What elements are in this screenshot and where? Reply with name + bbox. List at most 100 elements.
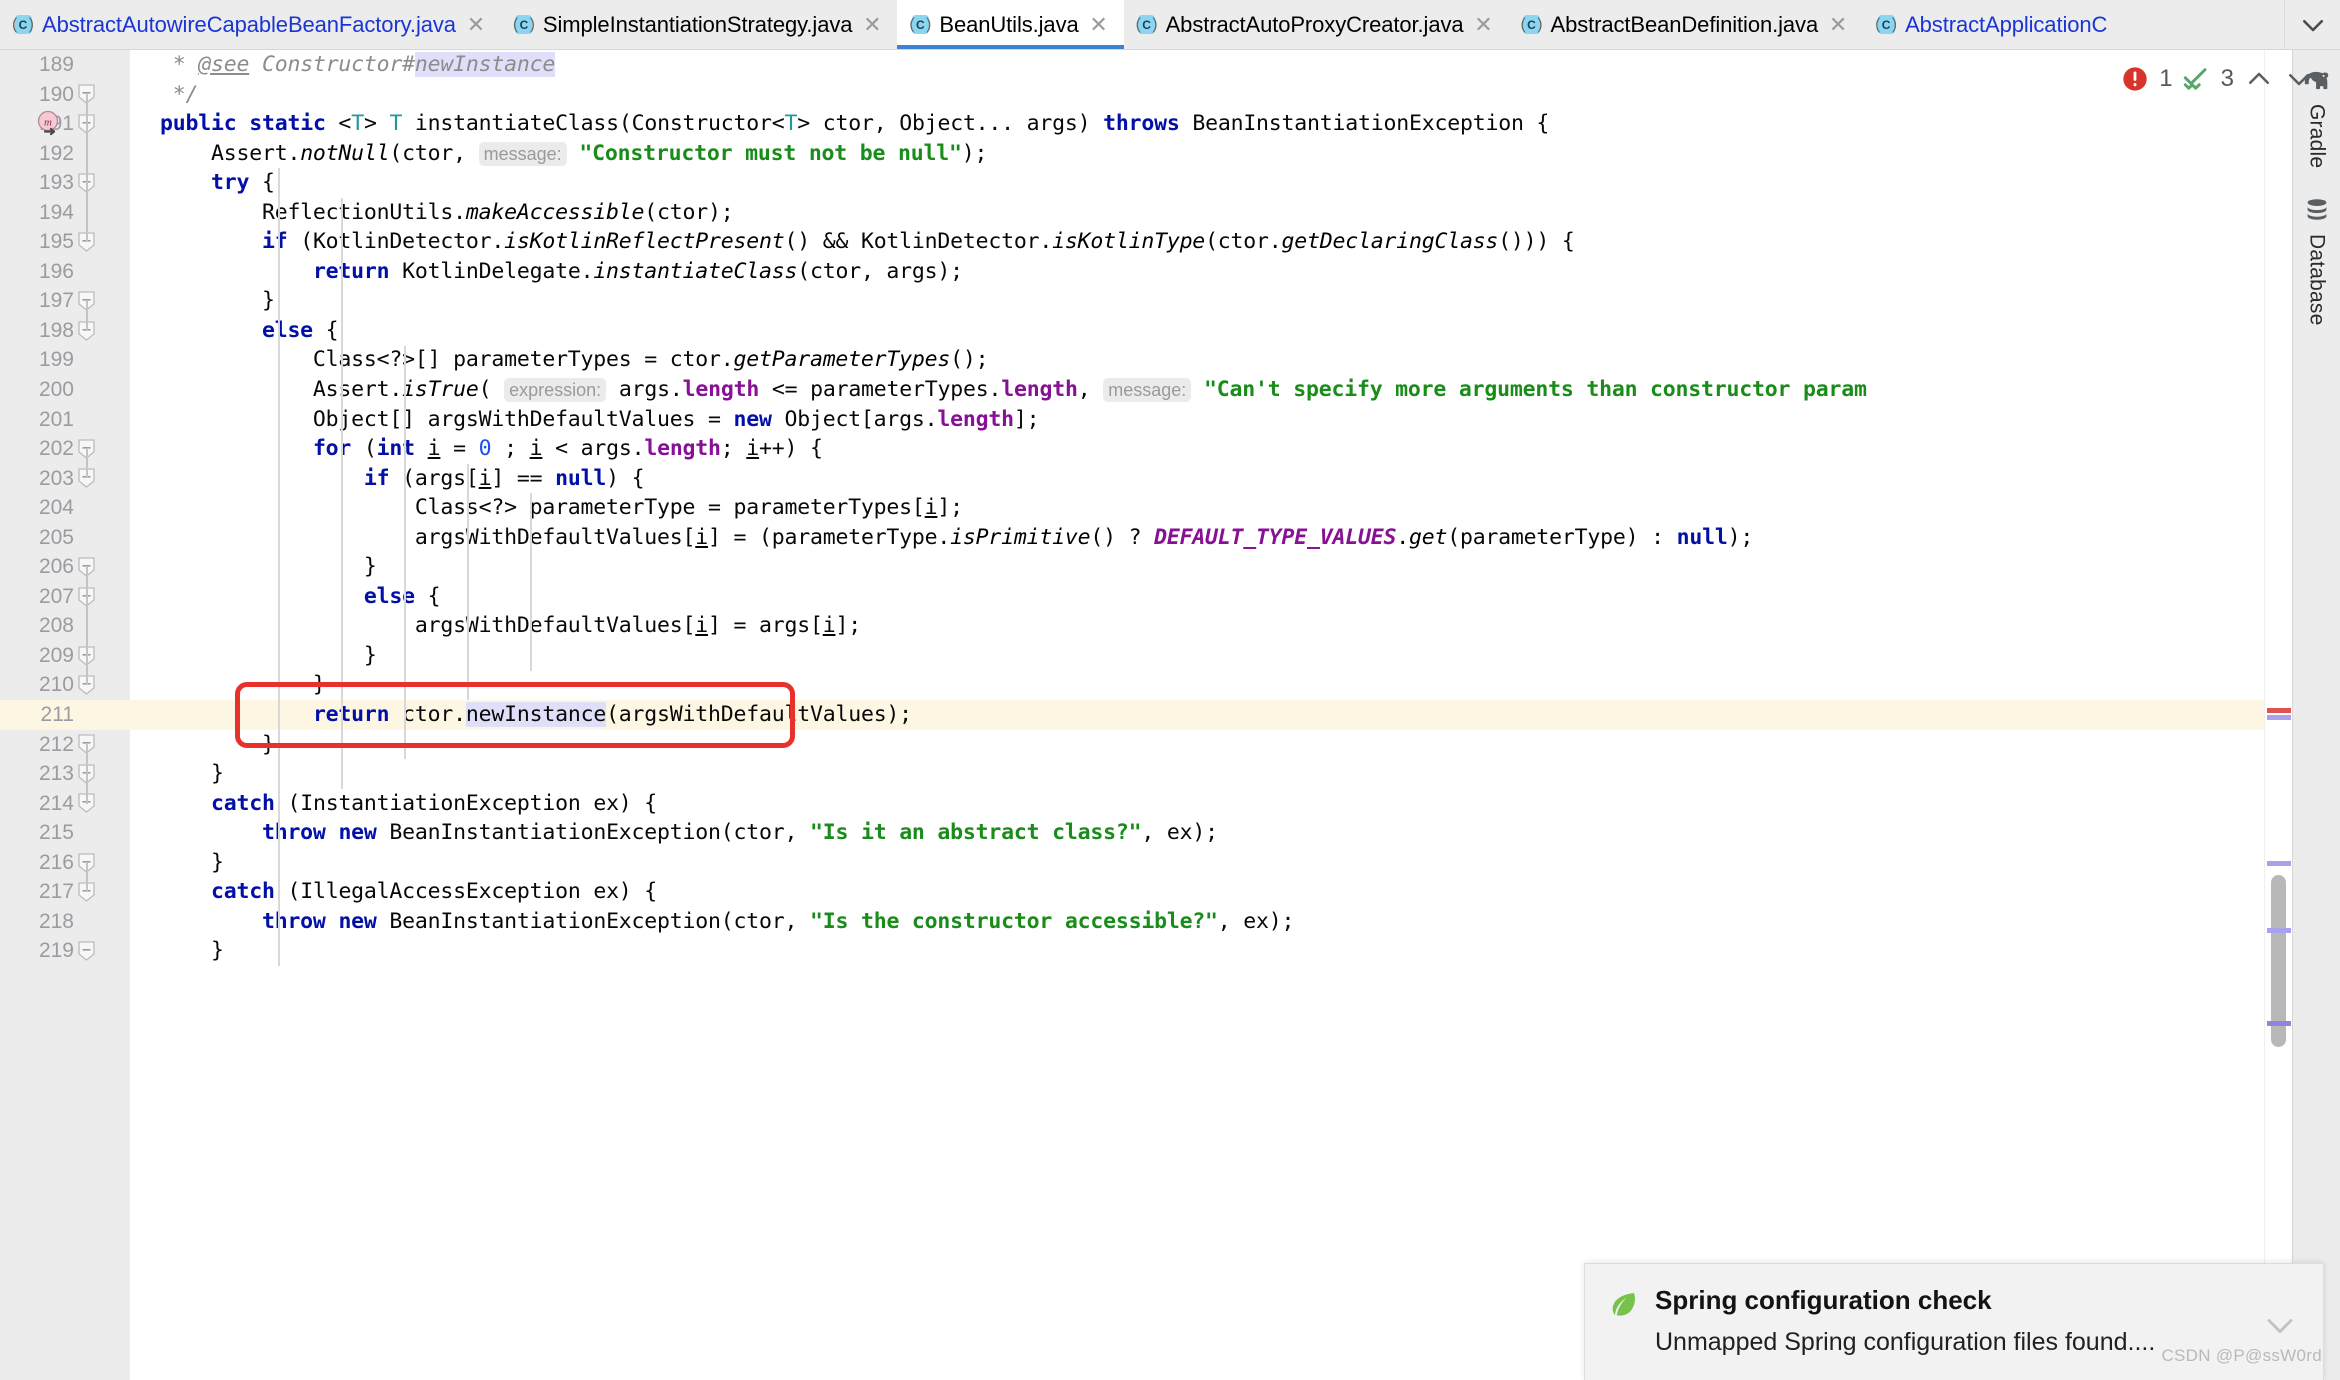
code-line[interactable]: if (args[i] == null) { bbox=[130, 464, 2264, 494]
code-line[interactable]: return KotlinDelegate.instantiateClass(c… bbox=[130, 257, 2264, 287]
chevron-up-icon[interactable] bbox=[2244, 64, 2274, 94]
line-number: 190 bbox=[38, 82, 74, 106]
code-line[interactable]: Class<?> parameterType = parameterTypes[… bbox=[130, 493, 2264, 523]
gutter-line[interactable]: 190 bbox=[0, 80, 130, 110]
code-line[interactable]: catch (InstantiationException ex) { bbox=[130, 789, 2264, 819]
method-override-icon[interactable]: m bbox=[36, 110, 64, 138]
gutter-line[interactable]: 209 bbox=[0, 641, 130, 671]
fold-minus-icon[interactable] bbox=[78, 941, 95, 962]
code-line[interactable]: Assert.notNull(ctor, message: "Construct… bbox=[130, 139, 2264, 169]
code-line[interactable]: ReflectionUtils.makeAccessible(ctor); bbox=[130, 198, 2264, 228]
editor-tab-simpleinstantiationstrategy[interactable]: (C) SimpleInstantiationStrategy.java ✕ bbox=[500, 0, 898, 49]
editor-tab-abstractapplicationc[interactable]: (C) AbstractApplicationC bbox=[1863, 0, 2122, 49]
java-class-icon: (C) bbox=[909, 15, 932, 34]
gutter-line[interactable]: 192 bbox=[0, 139, 130, 169]
editor-gutter[interactable]: 189 190 191m192 193 194 195 196 197 198 199 200 201… bbox=[0, 50, 170, 1380]
gutter-line[interactable]: 194 bbox=[0, 198, 130, 228]
line-number: 218 bbox=[38, 909, 74, 933]
gutter-line[interactable]: 202 bbox=[0, 434, 130, 464]
close-icon[interactable]: ✕ bbox=[465, 13, 487, 36]
indent-guide bbox=[404, 345, 406, 760]
gutter-line[interactable]: 208 bbox=[0, 611, 130, 641]
code-line[interactable]: Class<?>[] parameterTypes = ctor.getPara… bbox=[130, 345, 2264, 375]
tool-window-database[interactable]: Database bbox=[2302, 188, 2332, 340]
gutter-line[interactable]: 191m bbox=[0, 109, 130, 139]
code-editor[interactable]: 189 190 191m192 193 194 195 196 197 198 199 200 201… bbox=[0, 50, 2264, 1380]
tab-overflow-button[interactable] bbox=[2284, 0, 2340, 49]
editor-tab-abstractautowirecapablebeanfactory[interactable]: (C) AbstractAutowireCapableBeanFactory.ja… bbox=[0, 0, 501, 49]
gutter-line[interactable]: 198 bbox=[0, 316, 130, 346]
code-line[interactable]: Assert.isTrue( expression: args.length <… bbox=[130, 375, 2264, 405]
gutter-line[interactable]: 214 bbox=[0, 789, 130, 819]
inspection-widget[interactable]: 1 3 bbox=[2121, 64, 2314, 94]
gutter-line[interactable]: 197 bbox=[0, 286, 130, 316]
gutter-line[interactable]: 218 bbox=[0, 907, 130, 937]
code-line[interactable]: } bbox=[130, 286, 2264, 316]
error-stripe-scrollbar[interactable] bbox=[2264, 50, 2292, 1380]
gutter-line[interactable]: 211 bbox=[0, 700, 170, 730]
gutter-line[interactable]: 195 bbox=[0, 227, 130, 257]
gutter-line[interactable]: 219 bbox=[0, 936, 130, 966]
gutter-line[interactable]: 215 bbox=[0, 818, 130, 848]
close-icon[interactable]: ✕ bbox=[1473, 13, 1495, 36]
code-line[interactable]: throw new BeanInstantiationException(cto… bbox=[130, 907, 2264, 937]
code-line[interactable]: for (int i = 0 ; i < args.length; i++) { bbox=[130, 434, 2264, 464]
editor-tab-beanutils[interactable]: (C) BeanUtils.java ✕ bbox=[897, 0, 1124, 49]
gutter-line[interactable]: 189 bbox=[0, 50, 130, 80]
code-line[interactable]: argsWithDefaultValues[i] = (parameterTyp… bbox=[130, 523, 2264, 553]
code-line[interactable]: } bbox=[130, 936, 2264, 966]
gutter-line[interactable]: 196 bbox=[0, 257, 130, 287]
close-icon[interactable]: ✕ bbox=[1088, 13, 1110, 36]
parameter-hint: message: bbox=[1103, 378, 1192, 403]
gutter-line[interactable]: 217 bbox=[0, 877, 130, 907]
chevron-down-icon[interactable] bbox=[2263, 1315, 2297, 1342]
gutter-line[interactable]: 213 bbox=[0, 759, 130, 789]
line-number: 196 bbox=[38, 259, 74, 283]
gutter-line[interactable]: 207 bbox=[0, 582, 130, 612]
code-line[interactable]: else { bbox=[130, 582, 2264, 612]
line-number: 203 bbox=[38, 466, 74, 490]
gutter-line[interactable]: 199 bbox=[0, 345, 130, 375]
gutter-line[interactable]: 204 bbox=[0, 493, 130, 523]
gutter-line[interactable]: 210 bbox=[0, 670, 130, 700]
close-icon[interactable]: ✕ bbox=[861, 13, 883, 36]
code-line[interactable]: public static <T> T instantiateClass(Con… bbox=[130, 109, 2264, 139]
gutter-line[interactable]: 216 bbox=[0, 848, 130, 878]
code-line[interactable]: throw new BeanInstantiationException(cto… bbox=[130, 818, 2264, 848]
error-stripe-mark[interactable] bbox=[2267, 861, 2291, 867]
gutter-line[interactable]: 203 bbox=[0, 464, 130, 494]
gutter-line[interactable]: 193 bbox=[0, 168, 130, 198]
code-line[interactable]: } bbox=[130, 759, 2264, 789]
code-line[interactable]: } bbox=[130, 670, 2264, 700]
line-number: 213 bbox=[38, 762, 74, 786]
error-stripe-mark[interactable] bbox=[2267, 708, 2291, 714]
code-line[interactable]: } bbox=[130, 848, 2264, 878]
gutter-line[interactable]: 200 bbox=[0, 375, 130, 405]
code-line[interactable]: try { bbox=[130, 168, 2264, 198]
line-number: 205 bbox=[38, 525, 74, 549]
code-line[interactable]: catch (IllegalAccessException ex) { bbox=[130, 877, 2264, 907]
close-icon[interactable]: ✕ bbox=[1827, 13, 1849, 36]
code-text-area[interactable]: * @see Constructor#newInstance */public … bbox=[130, 50, 2264, 1380]
error-stripe-mark[interactable] bbox=[2267, 927, 2291, 933]
editor-tab-abstractautoproxycreator[interactable]: (C) AbstractAutoProxyCreator.java ✕ bbox=[1123, 0, 1509, 49]
code-line[interactable]: */ bbox=[130, 80, 2264, 110]
tool-window-database-label: Database bbox=[2305, 234, 2329, 326]
gutter-line[interactable]: 206 bbox=[0, 552, 130, 582]
chevron-down-icon[interactable] bbox=[2284, 64, 2314, 94]
code-line[interactable]: * @see Constructor#newInstance bbox=[130, 50, 2264, 80]
code-line[interactable]: Object[] argsWithDefaultValues = new Obj… bbox=[130, 405, 2264, 435]
gutter-line[interactable]: 201 bbox=[0, 405, 130, 435]
code-line[interactable]: else { bbox=[130, 316, 2264, 346]
code-line[interactable]: if (KotlinDetector.isKotlinReflectPresen… bbox=[130, 227, 2264, 257]
code-line[interactable]: } bbox=[130, 730, 2264, 760]
code-line[interactable]: } bbox=[130, 641, 2264, 671]
editor-tab-abstractbeandefinition[interactable]: (C) AbstractBeanDefinition.java ✕ bbox=[1508, 0, 1864, 49]
error-stripe-mark[interactable] bbox=[2267, 715, 2291, 720]
gutter-line[interactable]: 205 bbox=[0, 523, 130, 553]
code-line[interactable]: argsWithDefaultValues[i] = args[i]; bbox=[130, 611, 2264, 641]
gutter-line[interactable]: 212 bbox=[0, 730, 130, 760]
error-stripe-mark[interactable] bbox=[2267, 1020, 2291, 1026]
code-line[interactable]: } bbox=[130, 552, 2264, 582]
code-line[interactable]: return ctor.newInstance(argsWithDefaultV… bbox=[130, 700, 2264, 730]
